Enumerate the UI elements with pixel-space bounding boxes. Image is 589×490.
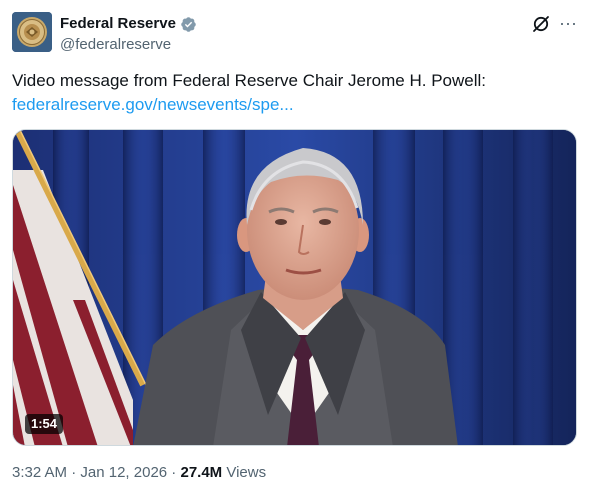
meta-separator: · — [67, 464, 81, 481]
tweet-meta: 3:32 AM · Jan 12, 2026 · 27.4M Views — [12, 463, 266, 483]
avatar[interactable] — [12, 12, 52, 52]
video-thumbnail — [13, 130, 576, 445]
federal-reserve-seal-icon — [12, 12, 52, 52]
name-row: Federal Reserve — [60, 14, 197, 34]
video-duration: 1:54 — [25, 414, 64, 434]
tweet-body: Video message from Federal Reserve Chair… — [12, 71, 486, 90]
tweet-header: Federal Reserve @federalreserve ··· — [12, 12, 577, 56]
tweet-text: Video message from Federal Reserve Chair… — [12, 69, 572, 117]
grok-icon[interactable] — [531, 14, 551, 34]
tweet-link[interactable]: federalreserve.gov/newsevents/spe... — [12, 93, 572, 117]
verified-badge-icon — [181, 16, 196, 32]
views-count: 27.4M — [180, 464, 223, 481]
timestamp-date[interactable]: Jan 12, 2026 — [80, 464, 167, 481]
display-name[interactable]: Federal Reserve — [60, 14, 176, 34]
more-options-icon[interactable]: ··· — [556, 12, 580, 36]
video-player[interactable]: 1:54 — [12, 129, 577, 446]
views-label: Views — [222, 464, 267, 481]
handle[interactable]: @federalreserve — [60, 35, 171, 55]
timestamp-time[interactable]: 3:32 AM — [12, 464, 67, 481]
meta-separator: · — [167, 464, 181, 481]
